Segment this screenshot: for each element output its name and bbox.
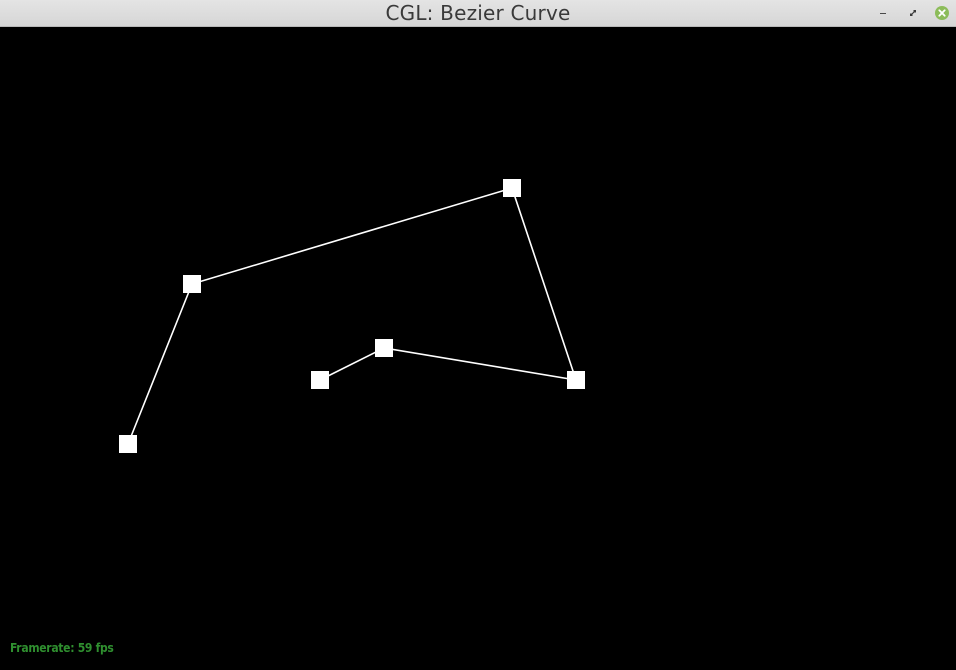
control-point[interactable] [183, 275, 201, 293]
bezier-canvas[interactable] [0, 0, 956, 670]
framerate-label: Framerate: [10, 641, 75, 655]
framerate-readout: Framerate: 59 fps [10, 641, 114, 655]
control-point[interactable] [119, 435, 137, 453]
control-point[interactable] [567, 371, 585, 389]
framerate-value: 59 fps [77, 641, 114, 655]
control-point[interactable] [503, 179, 521, 197]
control-point[interactable] [375, 339, 393, 357]
control-polygon [127, 187, 578, 445]
app-window: CGL: Bezier Curve Framerate: 59 fps [0, 0, 956, 670]
control-point[interactable] [311, 371, 329, 389]
